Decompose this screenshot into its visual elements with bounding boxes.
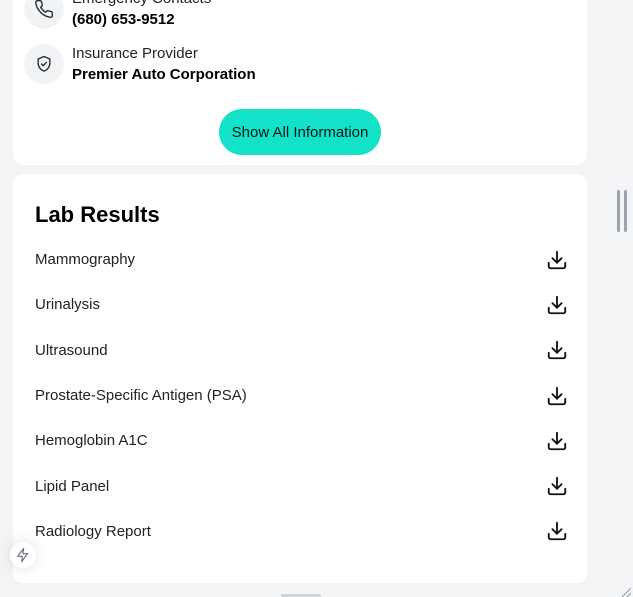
lab-result-name: Mammography	[35, 251, 136, 269]
lab-results-list: Mammography Urinalysis Ultrasound Prostate-…	[35, 237, 569, 554]
insurance-provider-text: Insurance Provider Premier Auto Corporat…	[72, 43, 256, 85]
lab-results-title: Lab Results	[35, 202, 160, 227]
download-icon[interactable]	[545, 293, 569, 317]
resize-grip-icon[interactable]	[618, 586, 632, 597]
download-icon[interactable]	[545, 384, 569, 408]
lab-result-name: Ultrasound	[35, 341, 108, 359]
shield-check-icon	[24, 44, 64, 84]
contact-info-card: Emergency Contacts (680) 653-9512 Insura…	[13, 0, 587, 165]
emergency-contacts-label: Emergency Contacts	[72, 0, 211, 9]
lab-results-card: Lab Results Mammography Urinalysis Ultraso…	[13, 174, 587, 583]
lab-result-name: Urinalysis	[35, 296, 101, 314]
emergency-contacts-value: (680) 653-9512	[72, 11, 175, 28]
lab-result-item: Mammography	[35, 237, 569, 282]
page: Emergency Contacts (680) 653-9512 Insura…	[0, 0, 633, 597]
download-icon[interactable]	[545, 474, 569, 498]
show-all-information-button[interactable]: Show All Information	[219, 109, 381, 155]
lab-result-name: Radiology Report	[35, 522, 151, 540]
insurance-provider-label: Insurance Provider	[72, 45, 198, 62]
scrollbar-thumb[interactable]	[617, 190, 627, 232]
lab-result-item: Radiology Report	[35, 509, 569, 554]
download-icon[interactable]	[545, 519, 569, 543]
insurance-provider-row: Insurance Provider Premier Auto Corporat…	[24, 43, 256, 85]
lab-result-name: Prostate-Specific Antigen (PSA)	[35, 387, 247, 405]
lab-result-name: Lipid Panel	[35, 477, 110, 495]
zap-icon[interactable]	[10, 542, 36, 568]
lab-result-name: Hemoglobin A1C	[35, 432, 148, 450]
lab-result-item: Ultrasound	[35, 328, 569, 373]
lab-result-item: Lipid Panel	[35, 463, 569, 508]
lab-result-item: Hemoglobin A1C	[35, 418, 569, 463]
download-icon[interactable]	[545, 248, 569, 272]
lab-result-item: Prostate-Specific Antigen (PSA)	[35, 373, 569, 418]
insurance-provider-value: Premier Auto Corporation	[72, 66, 256, 83]
emergency-contacts-row: Emergency Contacts (680) 653-9512	[24, 0, 211, 30]
phone-icon	[24, 0, 64, 29]
download-icon[interactable]	[545, 429, 569, 453]
download-icon[interactable]	[545, 338, 569, 362]
lab-result-item: Urinalysis	[35, 282, 569, 327]
emergency-contacts-text: Emergency Contacts (680) 653-9512	[72, 0, 211, 30]
